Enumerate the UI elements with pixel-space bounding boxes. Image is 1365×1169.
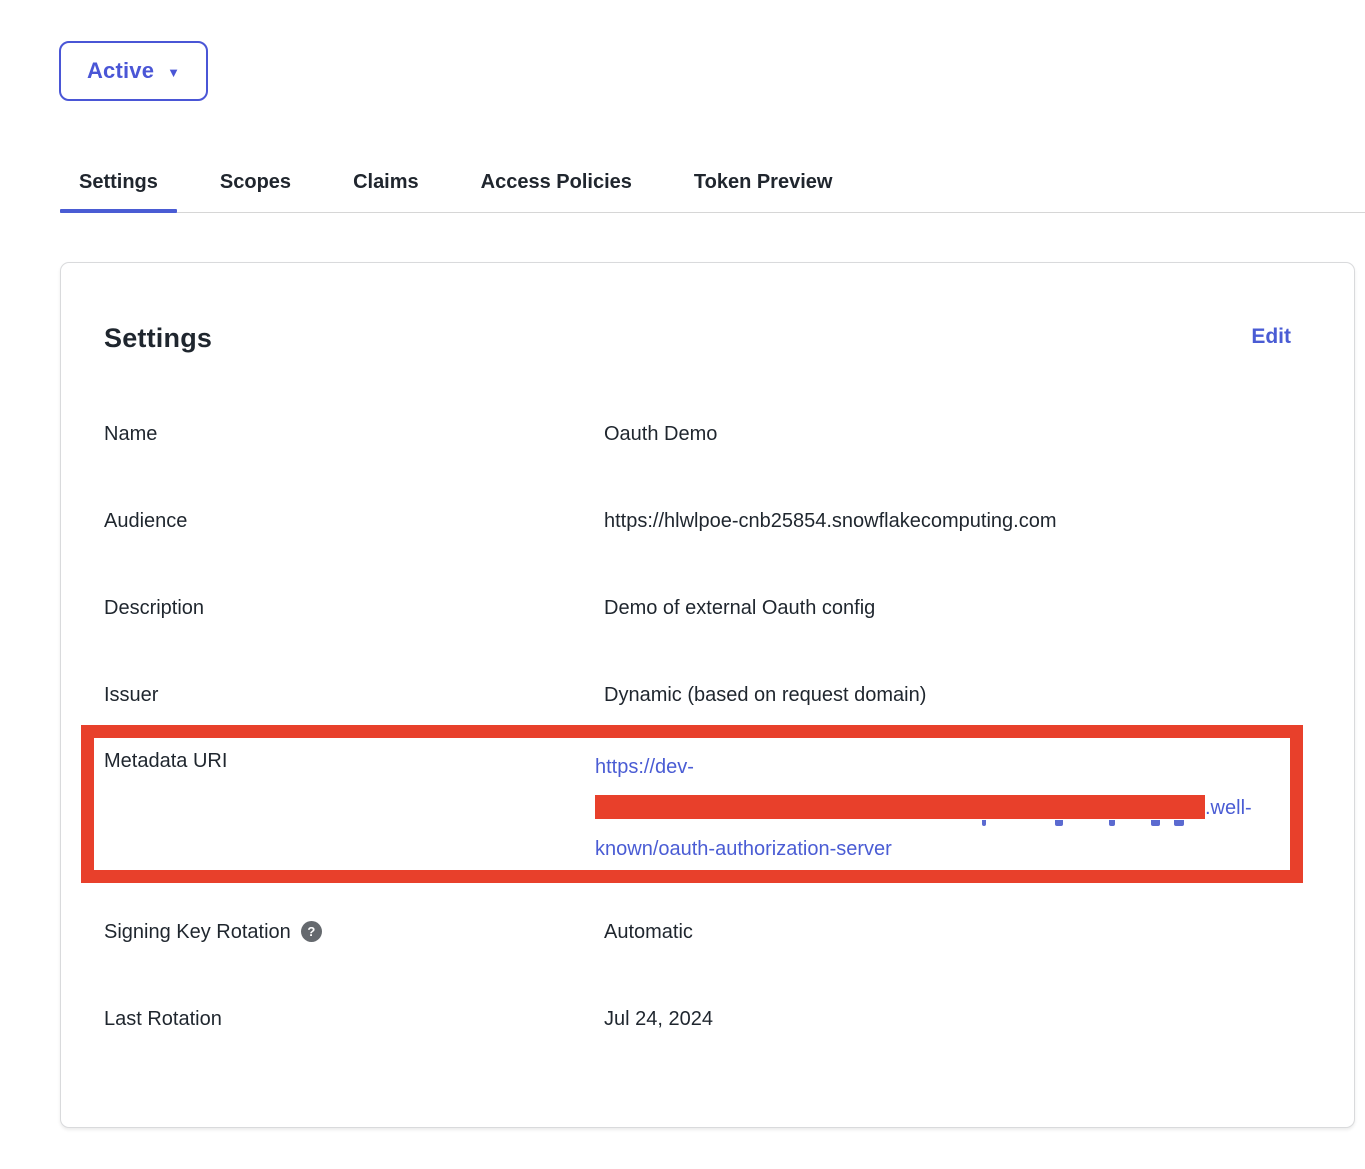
tab-access-policies-label: Access Policies xyxy=(481,171,632,194)
card-title: Settings xyxy=(104,323,212,354)
description-label: Description xyxy=(104,596,604,620)
tab-token-preview-label: Token Preview xyxy=(694,171,833,194)
signing-key-rotation-label-text: Signing Key Rotation xyxy=(104,920,291,944)
card-header: Settings Edit xyxy=(104,323,1311,354)
tab-claims[interactable]: Claims xyxy=(334,152,438,212)
signing-key-rotation-value: Automatic xyxy=(604,920,693,944)
field-row-signing-key-rotation: Signing Key Rotation ? Automatic xyxy=(104,920,1311,944)
audience-label: Audience xyxy=(104,509,604,533)
chevron-down-icon: ▼ xyxy=(167,64,180,79)
field-row-description: Description Demo of external Oauth confi… xyxy=(104,596,1311,620)
tab-settings-label: Settings xyxy=(79,171,158,194)
settings-card: Settings Edit Name Oauth Demo Audience h… xyxy=(60,262,1355,1128)
redaction-bar xyxy=(595,798,1205,819)
field-row-name: Name Oauth Demo xyxy=(104,422,1311,446)
field-row-audience: Audience https://hlwlpoe-cnb25854.snowfl… xyxy=(104,509,1311,533)
metadata-uri-line1: https://dev- xyxy=(595,747,1252,788)
issuer-value: Dynamic (based on request domain) xyxy=(604,683,926,707)
red-annotation-box: Metadata URI https://dev- .well- known/o… xyxy=(81,725,1303,883)
status-dropdown-button[interactable]: Active ▼ xyxy=(59,41,208,101)
help-icon[interactable]: ? xyxy=(301,921,322,942)
tab-scopes[interactable]: Scopes xyxy=(201,152,310,212)
name-label: Name xyxy=(104,422,604,446)
issuer-label: Issuer xyxy=(104,683,604,707)
metadata-uri-label: Metadata URI xyxy=(104,747,595,870)
signing-key-rotation-label: Signing Key Rotation ? xyxy=(104,920,604,944)
name-value: Oauth Demo xyxy=(604,422,717,446)
description-value: Demo of external Oauth config xyxy=(604,596,875,620)
field-row-last-rotation: Last Rotation Jul 24, 2024 xyxy=(104,1007,1311,1031)
metadata-uri-line2-suffix: .well- xyxy=(1205,797,1252,819)
last-rotation-value: Jul 24, 2024 xyxy=(604,1007,713,1031)
metadata-uri-line3: known/oauth-authorization-server xyxy=(595,829,1252,870)
last-rotation-label: Last Rotation xyxy=(104,1007,604,1031)
tab-bar: Settings Scopes Claims Access Policies T… xyxy=(60,152,1365,213)
status-dropdown-label: Active xyxy=(87,58,154,84)
field-row-issuer: Issuer Dynamic (based on request domain) xyxy=(104,683,1311,707)
tab-settings[interactable]: Settings xyxy=(60,152,177,212)
metadata-uri-line2: .well- xyxy=(595,788,1252,829)
edit-button[interactable]: Edit xyxy=(1251,325,1291,349)
field-row-metadata-uri: Metadata URI https://dev- .well- known/o… xyxy=(94,747,1290,870)
tab-access-policies[interactable]: Access Policies xyxy=(462,152,651,212)
tab-scopes-label: Scopes xyxy=(220,171,291,194)
tab-claims-label: Claims xyxy=(353,171,419,194)
audience-value: https://hlwlpoe-cnb25854.snowflakecomput… xyxy=(604,509,1056,533)
tab-token-preview[interactable]: Token Preview xyxy=(675,152,852,212)
metadata-uri-link[interactable]: https://dev- .well- known/oauth-authoriz… xyxy=(595,747,1252,870)
